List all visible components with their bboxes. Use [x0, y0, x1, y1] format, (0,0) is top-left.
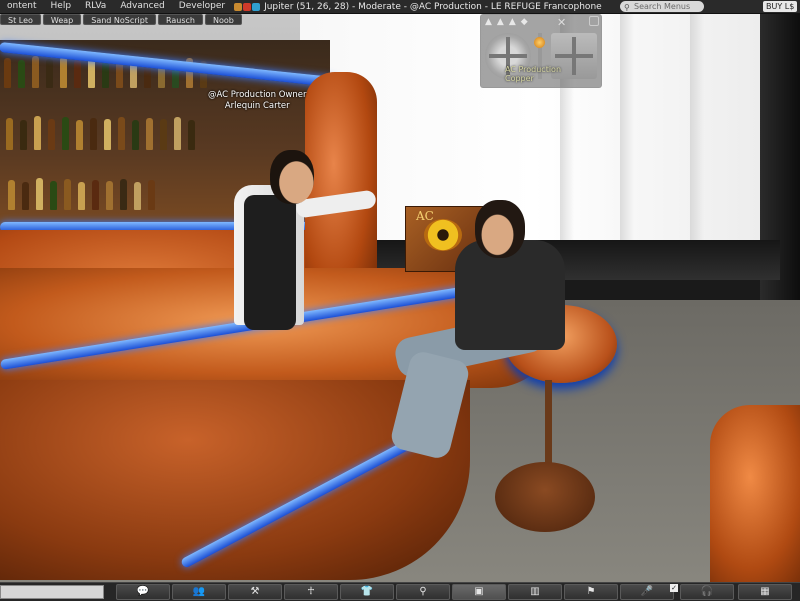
favorite-landmark[interactable]: St Leo	[0, 14, 41, 25]
headphones-icon: 🎧	[700, 586, 714, 597]
favorite-landmark[interactable]: Rausch	[158, 14, 203, 25]
hover-line-2: Copper	[505, 74, 534, 83]
camera-mode-buttons: ▲ ▲ ▲ ◆	[485, 17, 528, 27]
eye-logo	[424, 219, 462, 251]
voice-button[interactable]: 🎤	[620, 584, 674, 600]
avatar-button[interactable]: ☥	[284, 584, 338, 600]
sound-button[interactable]: 🎧	[680, 584, 734, 600]
voice-enable-checkbox[interactable]: ✓	[670, 584, 678, 592]
nearby-chat-input[interactable]	[0, 585, 104, 599]
menu-help[interactable]: Help	[44, 0, 79, 13]
inventory-button[interactable]: ▥	[508, 584, 562, 600]
walk-icon: ⚑	[586, 586, 596, 597]
no-fly-icon[interactable]	[243, 2, 252, 11]
camera-object-view-icon[interactable]: ◆	[521, 17, 528, 27]
move-button[interactable]: ⚑	[564, 584, 618, 600]
avatar-icon: ☥	[307, 586, 315, 597]
snapshot-button[interactable]: ▣	[452, 584, 506, 600]
hover-line-1: AC Production	[505, 65, 562, 74]
parcel-flags	[234, 2, 261, 11]
people-icon: 👥	[192, 586, 206, 597]
customer-head	[475, 200, 525, 258]
favorites-bar: St Leo Weap Sand NoScript Rausch Noob	[0, 14, 242, 25]
menu-content[interactable]: ontent	[0, 0, 44, 13]
close-icon[interactable]: ✕	[557, 16, 566, 29]
appearance-button[interactable]: 👕	[340, 584, 394, 600]
parcel-icon[interactable]	[234, 2, 243, 11]
camera-preset-rear-icon[interactable]: ▲	[509, 17, 516, 27]
right-counter	[710, 405, 800, 585]
bar-stool-base	[495, 462, 595, 532]
location-text[interactable]: Jupiter (51, 26, 28) - Moderate - @AC Pr…	[260, 2, 602, 12]
shirt-icon: 👕	[360, 586, 374, 597]
bartender-vest	[244, 195, 296, 330]
bottom-toolbar: 💬 👥 ⚒ ☥ 👕 ⚲ ▣ ▥ ⚑ 🎤 ✓ 🎧 ▦	[0, 582, 800, 601]
search-button[interactable]: ⚲	[396, 584, 450, 600]
search-menus-placeholder: Search Menus	[634, 2, 691, 11]
menu-advanced[interactable]: Advanced	[113, 0, 171, 13]
restore-icon[interactable]	[589, 16, 599, 26]
map-icon: ▦	[760, 586, 770, 597]
camera-controls-floater: ▲ ▲ ▲ ◆ ✕ AC Production Copper	[480, 14, 602, 88]
camera-preset-front-icon[interactable]: ▲	[485, 17, 492, 27]
curtain	[620, 12, 634, 250]
search-menus-input[interactable]: ⚲ Search Menus	[620, 1, 704, 12]
search-icon: ⚲	[419, 586, 427, 597]
nametag-group: @AC Production Owner	[208, 90, 307, 100]
favorite-landmark[interactable]: Weap	[42, 14, 82, 25]
curtain	[690, 12, 704, 250]
map-button[interactable]: ▦	[738, 584, 792, 600]
camera-zoom-knob[interactable]	[534, 37, 545, 48]
voice-status-icon[interactable]	[252, 2, 261, 11]
search-icon: ⚲	[624, 3, 630, 12]
chat-button[interactable]: 💬	[116, 584, 170, 600]
menu-developer[interactable]: Developer	[172, 0, 232, 13]
avatar-nametag: @AC Production Owner Arlequin Carter	[208, 90, 306, 112]
buy-currency-button[interactable]: BUY L$	[763, 1, 798, 12]
inventory-icon: ▥	[530, 586, 540, 597]
favorite-landmark[interactable]: Sand NoScript	[83, 14, 156, 25]
camera-icon: ▣	[474, 586, 484, 597]
favorite-landmark[interactable]: Noob	[205, 14, 242, 25]
speech-bubble-icon: 💬	[136, 586, 150, 597]
object-hover-text: AC Production Copper	[505, 65, 561, 83]
menu-rlva[interactable]: RLVa	[78, 0, 113, 13]
build-icon: ⚒	[250, 586, 260, 597]
microphone-icon: 🎤	[640, 586, 654, 597]
world-viewport[interactable]: AC	[0, 0, 800, 600]
people-button[interactable]: 👥	[172, 584, 226, 600]
bartender-head	[270, 150, 314, 204]
nametag-name: Arlequin Carter	[224, 101, 290, 111]
camera-preset-side-icon[interactable]: ▲	[497, 17, 504, 27]
build-button[interactable]: ⚒	[228, 584, 282, 600]
